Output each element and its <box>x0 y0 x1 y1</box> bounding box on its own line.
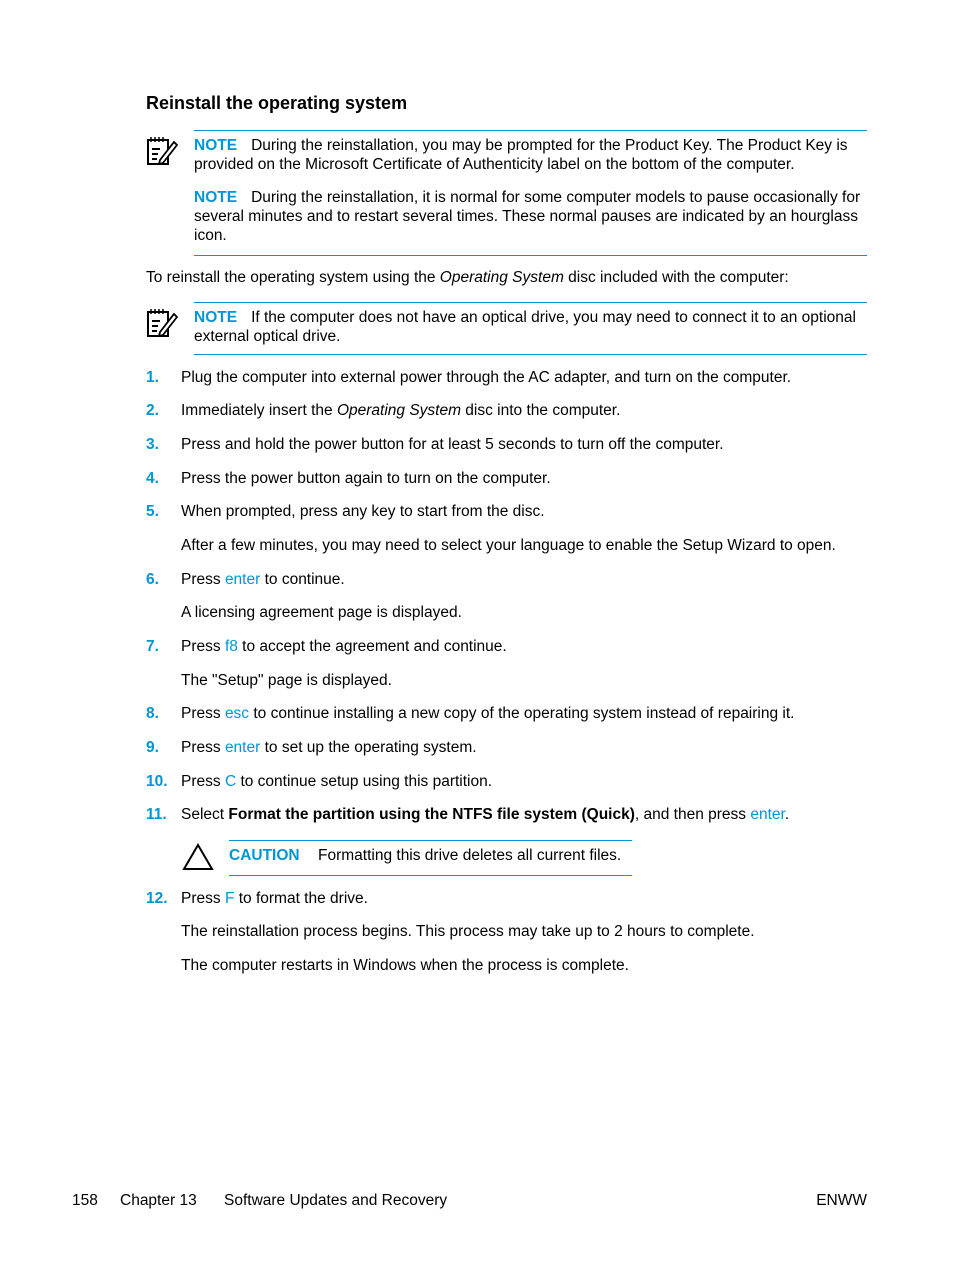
step-text: Immediately insert the Operating System … <box>181 402 621 419</box>
note-paragraph: NOTE During the reinstallation, it is nor… <box>194 189 861 244</box>
step-text: Press F to format the drive. <box>181 890 368 907</box>
key-enter: enter <box>224 739 261 756</box>
intro-paragraph: To reinstall the operating system using … <box>146 269 789 286</box>
note-paragraph: NOTE During the reinstallation, you may b… <box>194 137 848 173</box>
footer-chapter: Chapter 13 <box>120 1192 197 1209</box>
key-enter: enter <box>224 571 261 588</box>
step-text: Press enter to set up the operating syst… <box>181 739 477 756</box>
footer-locale: ENWW <box>816 1192 867 1209</box>
note-pencil-icon <box>147 137 178 166</box>
step-5-note: After a few minutes, you may need to sel… <box>181 537 836 554</box>
step-text: When prompted, press any key to start fr… <box>181 503 545 520</box>
step-number: 5. <box>146 503 159 520</box>
step-number: 3. <box>146 436 159 453</box>
key-enter: enter <box>750 806 785 823</box>
step-7-note: The "Setup" page is displayed. <box>181 672 392 689</box>
step-number: 10. <box>146 773 168 790</box>
step-text: Press and hold the power button for at l… <box>181 436 724 453</box>
step-number: 9. <box>146 739 159 756</box>
caution-text: Formatting this drive deletes all curren… <box>318 847 622 864</box>
note-label: NOTE <box>194 309 238 326</box>
step-number: 8. <box>146 705 159 722</box>
step-number: 11. <box>146 806 167 823</box>
step-text: Press C to continue setup using this par… <box>181 773 493 790</box>
step-number: 4. <box>146 470 159 487</box>
note-box-1: NOTE During the reinstallation, you may b… <box>194 130 867 256</box>
note-box-2: NOTE If the computer does not have an opt… <box>194 302 867 355</box>
step-number: 12. <box>146 890 168 907</box>
step-text: Press f8 to accept the agreement and con… <box>181 638 507 655</box>
key-esc: esc <box>224 705 250 722</box>
step-text: Press enter to continue. <box>181 571 345 588</box>
key-f: F <box>224 890 235 907</box>
warning-triangle-icon <box>182 843 214 870</box>
step-text: Plug the computer into external power th… <box>181 369 792 386</box>
step-text: Select Format the partition using the NT… <box>181 806 790 823</box>
note-label: NOTE <box>194 137 238 154</box>
step-text: Press the power button again to turn on … <box>181 470 551 487</box>
step-number: 2. <box>146 402 159 419</box>
key-f8: f8 <box>224 638 238 655</box>
caution-box: CAUTION Formatting this drive deletes al… <box>229 840 632 876</box>
page-number: 158 <box>72 1192 98 1209</box>
note-paragraph: NOTE If the computer does not have an opt… <box>194 309 856 345</box>
key-c: C <box>224 773 237 790</box>
caution-label: CAUTION <box>229 847 300 864</box>
note-pencil-icon <box>147 309 178 338</box>
section-heading: Reinstall the operating system <box>146 93 408 113</box>
step-12-note: The reinstallation process begins. This … <box>181 923 755 940</box>
step-number: 6. <box>146 571 159 588</box>
step-6-note: A licensing agreement page is displayed. <box>181 604 462 621</box>
note-label: NOTE <box>194 189 238 206</box>
step-12-note: The computer restarts in Windows when th… <box>181 957 629 974</box>
step-number: 7. <box>146 638 159 655</box>
step-text: Press esc to continue installing a new c… <box>181 705 795 722</box>
footer-chapter-title: Software Updates and Recovery <box>224 1192 448 1209</box>
step-number: 1. <box>146 369 159 386</box>
